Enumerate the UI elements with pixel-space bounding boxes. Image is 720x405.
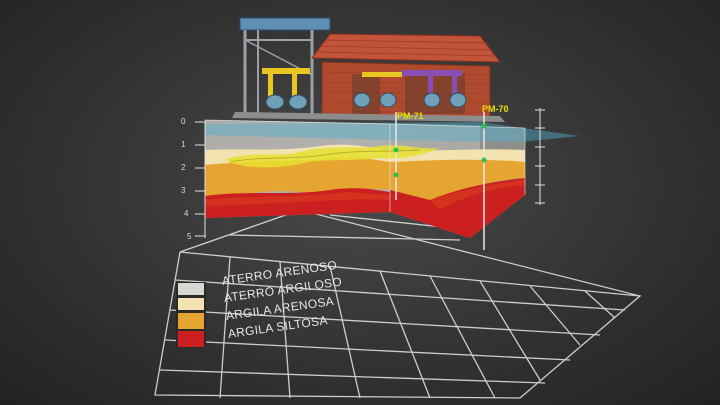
legend-swatch-aterro-argiloso [178,298,204,310]
well-label-pm-71: PM-71 [397,111,424,121]
depth-tick-0: 0 [181,117,186,126]
legend-swatch-argila-arenosa [178,313,204,329]
scene-canvas[interactable] [0,0,720,405]
pump-house [232,17,505,122]
legend-swatch-argila-siltosa [178,331,204,347]
depth-tick-3: 3 [181,186,186,195]
depth-tick-2: 2 [181,163,186,172]
3d-model-viewer[interactable]: PM-71 PM-70 0 1 2 3 4 5 ATERRO ARENOSO A… [0,0,720,405]
depth-tick-5: 5 [187,232,192,241]
well-label-pm-70: PM-70 [482,104,509,114]
legend-swatches [176,282,206,348]
depth-ruler-left [195,121,206,238]
depth-tick-4: 4 [184,209,189,218]
legend-swatch-aterro-arenoso [178,283,204,295]
depth-ruler-right [535,108,545,205]
depth-tick-1: 1 [181,140,186,149]
